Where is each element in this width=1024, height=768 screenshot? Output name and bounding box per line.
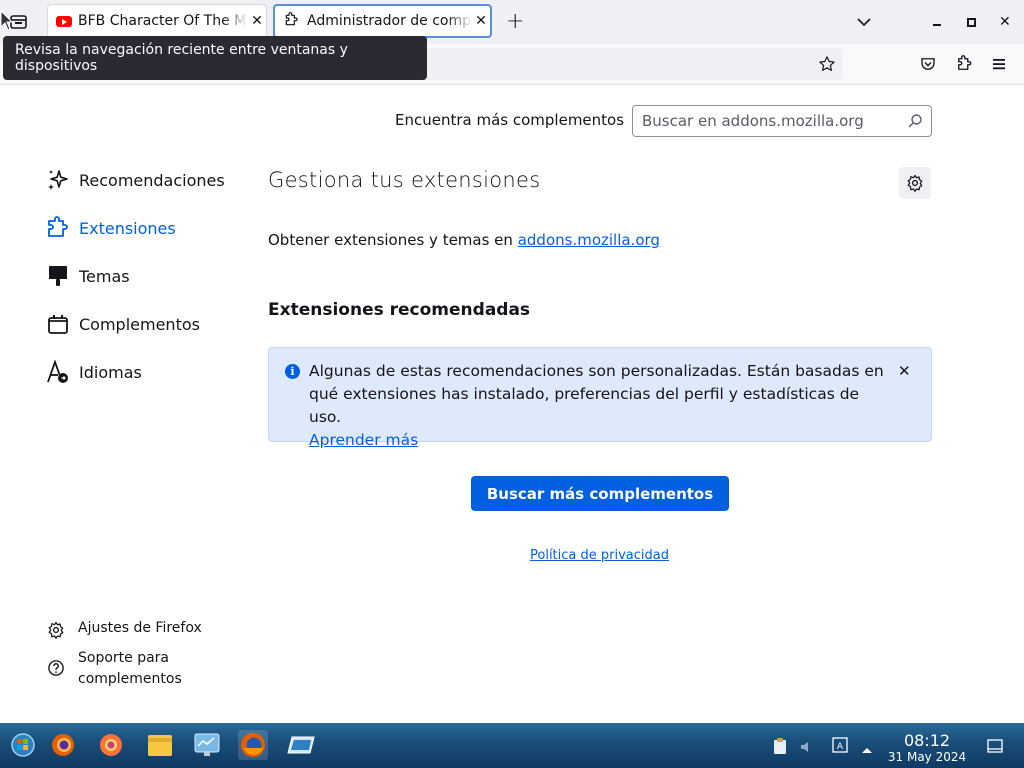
new-tab-button[interactable]: + (506, 9, 524, 34)
gear-icon (46, 620, 66, 640)
tools-gear-button[interactable] (899, 167, 931, 199)
keyboard-layout-icon[interactable]: A (832, 737, 848, 757)
learn-more-link[interactable]: Aprender más (309, 431, 418, 449)
gear-icon (906, 174, 924, 192)
info-message: Algunas de estas recomendaciones son per… (309, 360, 889, 452)
help-icon (46, 658, 66, 678)
clock[interactable]: 08:12 31 May 2024 (887, 731, 967, 764)
sidebar-item-languages[interactable]: Idiomas (46, 358, 142, 386)
support-label-line1: Soporte para (78, 650, 170, 666)
search-icon (907, 113, 923, 133)
clock-time: 08:12 (903, 731, 951, 750)
obtain-prefix: Obtener extensiones y temas en (268, 231, 518, 249)
terminal-icon[interactable] (286, 730, 316, 760)
privacy-policy-link[interactable]: Política de privacidad (530, 548, 669, 563)
firefox-launcher-icon[interactable] (48, 730, 78, 760)
mouse-cursor-icon (0, 9, 14, 32)
youtube-icon (56, 15, 72, 27)
tab-addons-manager[interactable]: Administrador de complementos ✕ (273, 4, 492, 38)
dismiss-info-icon[interactable]: ✕ (898, 362, 911, 380)
file-manager-icon[interactable] (145, 730, 175, 760)
sidebar-item-plugins[interactable]: Complementos (46, 310, 200, 338)
pocket-icon[interactable] (919, 55, 937, 77)
recommended-heading: Extensiones recomendadas (268, 300, 531, 320)
info-message-text: Algunas de estas recomendaciones son per… (309, 362, 884, 426)
volume-icon[interactable] (800, 739, 812, 758)
menu-hamburger-icon[interactable] (991, 56, 1007, 76)
firefox-launcher-2-icon[interactable] (96, 730, 126, 760)
info-icon: i (285, 364, 300, 379)
addons-support-link[interactable]: Soporte para complementos (46, 648, 182, 690)
clipboard-tray-icon[interactable] (772, 737, 788, 759)
puzzle-icon (46, 216, 70, 240)
minimize-icon[interactable] (930, 14, 944, 28)
settings-label: Ajustes de Firefox (78, 620, 202, 636)
sidebar-item-label: Temas (79, 266, 130, 286)
tab-title: BFB Character Of The Mo (78, 13, 248, 29)
find-more-label: Encuentra más complementos (395, 111, 625, 129)
list-all-tabs-icon[interactable] (856, 14, 872, 34)
sidebar-item-extensions[interactable]: Extensiones (46, 214, 176, 242)
close-window-icon[interactable]: ✕ (999, 14, 1011, 30)
show-desktop-icon[interactable] (987, 738, 1003, 758)
svg-text:A: A (837, 742, 844, 752)
find-more-addons-button[interactable]: Buscar más complementos (471, 476, 729, 511)
language-icon (46, 360, 70, 384)
sidebar-item-label: Complementos (79, 314, 200, 334)
extensions-puzzle-icon[interactable] (955, 55, 973, 77)
sidebar-item-label: Idiomas (79, 362, 142, 382)
search-placeholder: Buscar en addons.mozilla.org (642, 112, 864, 130)
tab-youtube[interactable]: BFB Character Of The Mo ✕ (47, 4, 267, 38)
puzzle-icon (283, 12, 301, 30)
brush-icon (46, 264, 70, 288)
amo-link[interactable]: addons.mozilla.org (518, 231, 660, 249)
tray-expand-icon[interactable] (861, 740, 873, 759)
sidebar-item-label: Recomendaciones (79, 170, 225, 190)
firefox-settings-link[interactable]: Ajustes de Firefox (46, 620, 202, 640)
support-label-line2: complementos (78, 671, 182, 687)
tooltip: Revisa la navegación reciente entre vent… (3, 36, 427, 80)
obtain-extensions-text: Obtener extensiones y temas en addons.mo… (268, 231, 660, 249)
page-title: Gestiona tus extensiones (268, 168, 541, 192)
sidebar-item-themes[interactable]: Temas (46, 262, 130, 290)
sidebar-item-label: Extensiones (79, 218, 176, 238)
start-menu-icon[interactable] (8, 730, 38, 760)
close-tab-icon[interactable]: ✕ (248, 13, 266, 29)
clock-date: 31 May 2024 (887, 750, 967, 764)
firefox-active-window-icon[interactable] (238, 730, 268, 760)
sidebar-item-recommendations[interactable]: Recomendaciones (46, 166, 225, 194)
maximize-icon[interactable] (965, 15, 979, 29)
close-tab-icon[interactable]: ✕ (472, 13, 490, 29)
plugin-icon (46, 312, 70, 336)
sparkle-icon (46, 168, 70, 192)
star-icon[interactable] (818, 55, 836, 77)
tab-title: Administrador de complementos (307, 13, 472, 29)
addons-search-input[interactable]: Buscar en addons.mozilla.org (632, 105, 932, 137)
system-monitor-icon[interactable] (192, 730, 222, 760)
